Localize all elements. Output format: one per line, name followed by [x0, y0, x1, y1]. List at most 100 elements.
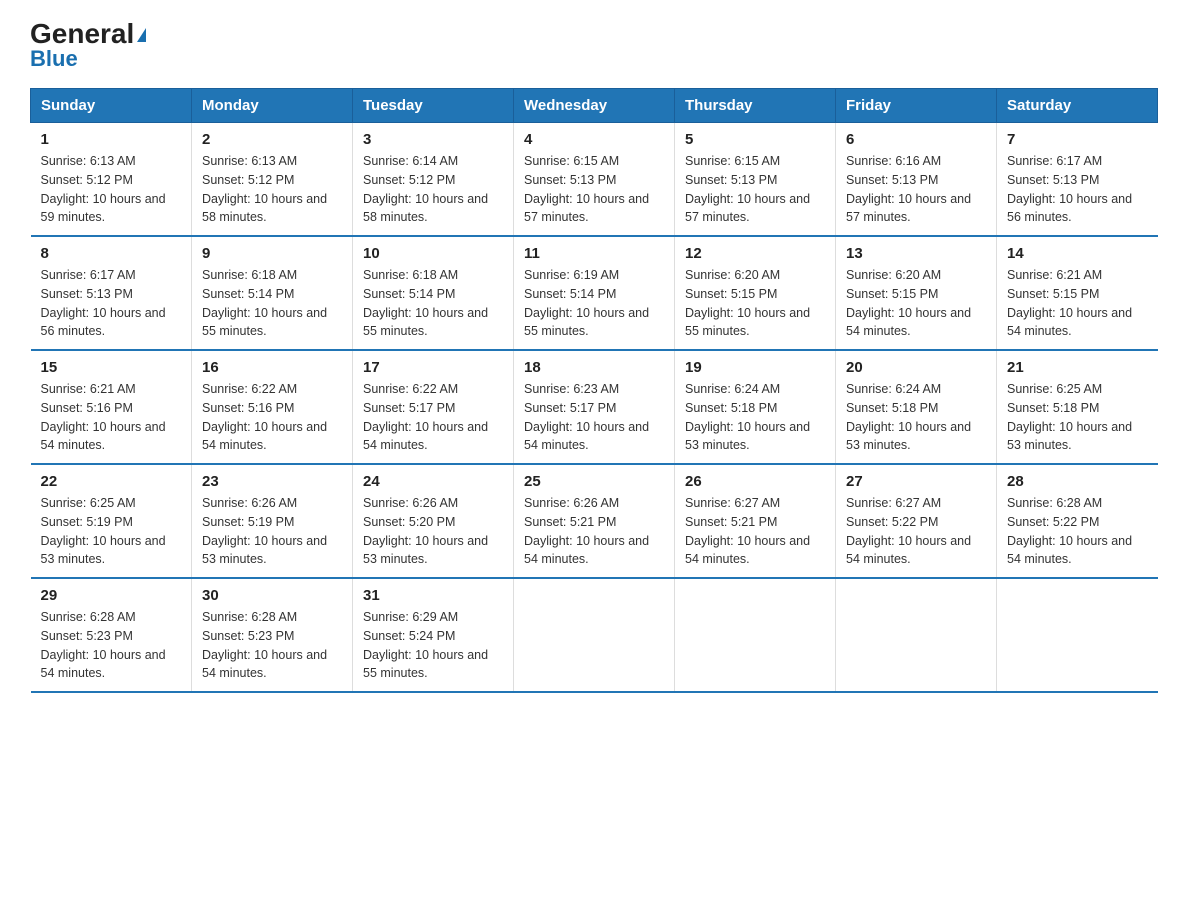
day-number: 30: [202, 587, 342, 604]
calendar-cell: 6 Sunrise: 6:16 AMSunset: 5:13 PMDayligh…: [836, 123, 997, 237]
day-number: 28: [1007, 473, 1148, 490]
day-number: 31: [363, 587, 503, 604]
calendar-cell: [997, 578, 1158, 692]
day-number: 29: [41, 587, 182, 604]
day-info: Sunrise: 6:18 AMSunset: 5:14 PMDaylight:…: [363, 266, 503, 341]
day-info: Sunrise: 6:15 AMSunset: 5:13 PMDaylight:…: [524, 152, 664, 227]
calendar-cell: 11 Sunrise: 6:19 AMSunset: 5:14 PMDaylig…: [514, 236, 675, 350]
day-info: Sunrise: 6:26 AMSunset: 5:19 PMDaylight:…: [202, 494, 342, 569]
day-info: Sunrise: 6:23 AMSunset: 5:17 PMDaylight:…: [524, 380, 664, 455]
day-number: 27: [846, 473, 986, 490]
week-row-1: 1 Sunrise: 6:13 AMSunset: 5:12 PMDayligh…: [31, 123, 1158, 237]
day-info: Sunrise: 6:27 AMSunset: 5:22 PMDaylight:…: [846, 494, 986, 569]
day-info: Sunrise: 6:28 AMSunset: 5:23 PMDaylight:…: [202, 608, 342, 683]
calendar-cell: [836, 578, 997, 692]
day-number: 7: [1007, 131, 1148, 148]
calendar-cell: 24 Sunrise: 6:26 AMSunset: 5:20 PMDaylig…: [353, 464, 514, 578]
day-number: 19: [685, 359, 825, 376]
calendar-cell: 13 Sunrise: 6:20 AMSunset: 5:15 PMDaylig…: [836, 236, 997, 350]
calendar-cell: 26 Sunrise: 6:27 AMSunset: 5:21 PMDaylig…: [675, 464, 836, 578]
calendar-cell: 3 Sunrise: 6:14 AMSunset: 5:12 PMDayligh…: [353, 123, 514, 237]
day-info: Sunrise: 6:25 AMSunset: 5:19 PMDaylight:…: [41, 494, 182, 569]
day-info: Sunrise: 6:14 AMSunset: 5:12 PMDaylight:…: [363, 152, 503, 227]
calendar-cell: 21 Sunrise: 6:25 AMSunset: 5:18 PMDaylig…: [997, 350, 1158, 464]
header-monday: Monday: [192, 89, 353, 123]
day-info: Sunrise: 6:24 AMSunset: 5:18 PMDaylight:…: [685, 380, 825, 455]
logo-blue: Blue: [30, 46, 78, 72]
calendar-cell: 4 Sunrise: 6:15 AMSunset: 5:13 PMDayligh…: [514, 123, 675, 237]
calendar-cell: 23 Sunrise: 6:26 AMSunset: 5:19 PMDaylig…: [192, 464, 353, 578]
header-thursday: Thursday: [675, 89, 836, 123]
day-info: Sunrise: 6:24 AMSunset: 5:18 PMDaylight:…: [846, 380, 986, 455]
day-number: 25: [524, 473, 664, 490]
calendar-cell: 12 Sunrise: 6:20 AMSunset: 5:15 PMDaylig…: [675, 236, 836, 350]
calendar-cell: 27 Sunrise: 6:27 AMSunset: 5:22 PMDaylig…: [836, 464, 997, 578]
logo-name: General: [30, 20, 146, 48]
day-number: 15: [41, 359, 182, 376]
day-info: Sunrise: 6:13 AMSunset: 5:12 PMDaylight:…: [202, 152, 342, 227]
week-row-5: 29 Sunrise: 6:28 AMSunset: 5:23 PMDaylig…: [31, 578, 1158, 692]
day-number: 16: [202, 359, 342, 376]
day-number: 23: [202, 473, 342, 490]
calendar-cell: 5 Sunrise: 6:15 AMSunset: 5:13 PMDayligh…: [675, 123, 836, 237]
day-number: 1: [41, 131, 182, 148]
calendar-cell: 14 Sunrise: 6:21 AMSunset: 5:15 PMDaylig…: [997, 236, 1158, 350]
day-info: Sunrise: 6:16 AMSunset: 5:13 PMDaylight:…: [846, 152, 986, 227]
page-header: General Blue: [30, 20, 1158, 72]
day-info: Sunrise: 6:21 AMSunset: 5:15 PMDaylight:…: [1007, 266, 1148, 341]
calendar-cell: 15 Sunrise: 6:21 AMSunset: 5:16 PMDaylig…: [31, 350, 192, 464]
day-info: Sunrise: 6:13 AMSunset: 5:12 PMDaylight:…: [41, 152, 182, 227]
calendar-cell: 22 Sunrise: 6:25 AMSunset: 5:19 PMDaylig…: [31, 464, 192, 578]
day-info: Sunrise: 6:18 AMSunset: 5:14 PMDaylight:…: [202, 266, 342, 341]
day-number: 11: [524, 245, 664, 262]
week-row-2: 8 Sunrise: 6:17 AMSunset: 5:13 PMDayligh…: [31, 236, 1158, 350]
day-info: Sunrise: 6:27 AMSunset: 5:21 PMDaylight:…: [685, 494, 825, 569]
day-number: 3: [363, 131, 503, 148]
header-row: SundayMondayTuesdayWednesdayThursdayFrid…: [31, 89, 1158, 123]
day-number: 17: [363, 359, 503, 376]
day-number: 22: [41, 473, 182, 490]
day-info: Sunrise: 6:22 AMSunset: 5:16 PMDaylight:…: [202, 380, 342, 455]
calendar-cell: 10 Sunrise: 6:18 AMSunset: 5:14 PMDaylig…: [353, 236, 514, 350]
day-number: 4: [524, 131, 664, 148]
day-info: Sunrise: 6:26 AMSunset: 5:21 PMDaylight:…: [524, 494, 664, 569]
day-info: Sunrise: 6:17 AMSunset: 5:13 PMDaylight:…: [1007, 152, 1148, 227]
day-number: 6: [846, 131, 986, 148]
calendar-cell: 2 Sunrise: 6:13 AMSunset: 5:12 PMDayligh…: [192, 123, 353, 237]
day-number: 24: [363, 473, 503, 490]
week-row-4: 22 Sunrise: 6:25 AMSunset: 5:19 PMDaylig…: [31, 464, 1158, 578]
calendar-cell: 8 Sunrise: 6:17 AMSunset: 5:13 PMDayligh…: [31, 236, 192, 350]
calendar-cell: 20 Sunrise: 6:24 AMSunset: 5:18 PMDaylig…: [836, 350, 997, 464]
calendar-cell: [675, 578, 836, 692]
day-info: Sunrise: 6:15 AMSunset: 5:13 PMDaylight:…: [685, 152, 825, 227]
calendar-cell: 31 Sunrise: 6:29 AMSunset: 5:24 PMDaylig…: [353, 578, 514, 692]
day-number: 9: [202, 245, 342, 262]
calendar-cell: 16 Sunrise: 6:22 AMSunset: 5:16 PMDaylig…: [192, 350, 353, 464]
day-number: 8: [41, 245, 182, 262]
week-row-3: 15 Sunrise: 6:21 AMSunset: 5:16 PMDaylig…: [31, 350, 1158, 464]
day-number: 26: [685, 473, 825, 490]
day-info: Sunrise: 6:22 AMSunset: 5:17 PMDaylight:…: [363, 380, 503, 455]
calendar-cell: 18 Sunrise: 6:23 AMSunset: 5:17 PMDaylig…: [514, 350, 675, 464]
header-saturday: Saturday: [997, 89, 1158, 123]
calendar-cell: 25 Sunrise: 6:26 AMSunset: 5:21 PMDaylig…: [514, 464, 675, 578]
calendar-cell: 1 Sunrise: 6:13 AMSunset: 5:12 PMDayligh…: [31, 123, 192, 237]
day-number: 5: [685, 131, 825, 148]
calendar-cell: 30 Sunrise: 6:28 AMSunset: 5:23 PMDaylig…: [192, 578, 353, 692]
header-friday: Friday: [836, 89, 997, 123]
day-info: Sunrise: 6:26 AMSunset: 5:20 PMDaylight:…: [363, 494, 503, 569]
header-tuesday: Tuesday: [353, 89, 514, 123]
calendar-cell: [514, 578, 675, 692]
calendar-cell: 9 Sunrise: 6:18 AMSunset: 5:14 PMDayligh…: [192, 236, 353, 350]
header-wednesday: Wednesday: [514, 89, 675, 123]
day-info: Sunrise: 6:20 AMSunset: 5:15 PMDaylight:…: [685, 266, 825, 341]
calendar-cell: 19 Sunrise: 6:24 AMSunset: 5:18 PMDaylig…: [675, 350, 836, 464]
day-number: 12: [685, 245, 825, 262]
calendar-cell: 7 Sunrise: 6:17 AMSunset: 5:13 PMDayligh…: [997, 123, 1158, 237]
day-number: 10: [363, 245, 503, 262]
day-info: Sunrise: 6:20 AMSunset: 5:15 PMDaylight:…: [846, 266, 986, 341]
day-number: 2: [202, 131, 342, 148]
day-info: Sunrise: 6:28 AMSunset: 5:23 PMDaylight:…: [41, 608, 182, 683]
header-sunday: Sunday: [31, 89, 192, 123]
day-info: Sunrise: 6:28 AMSunset: 5:22 PMDaylight:…: [1007, 494, 1148, 569]
